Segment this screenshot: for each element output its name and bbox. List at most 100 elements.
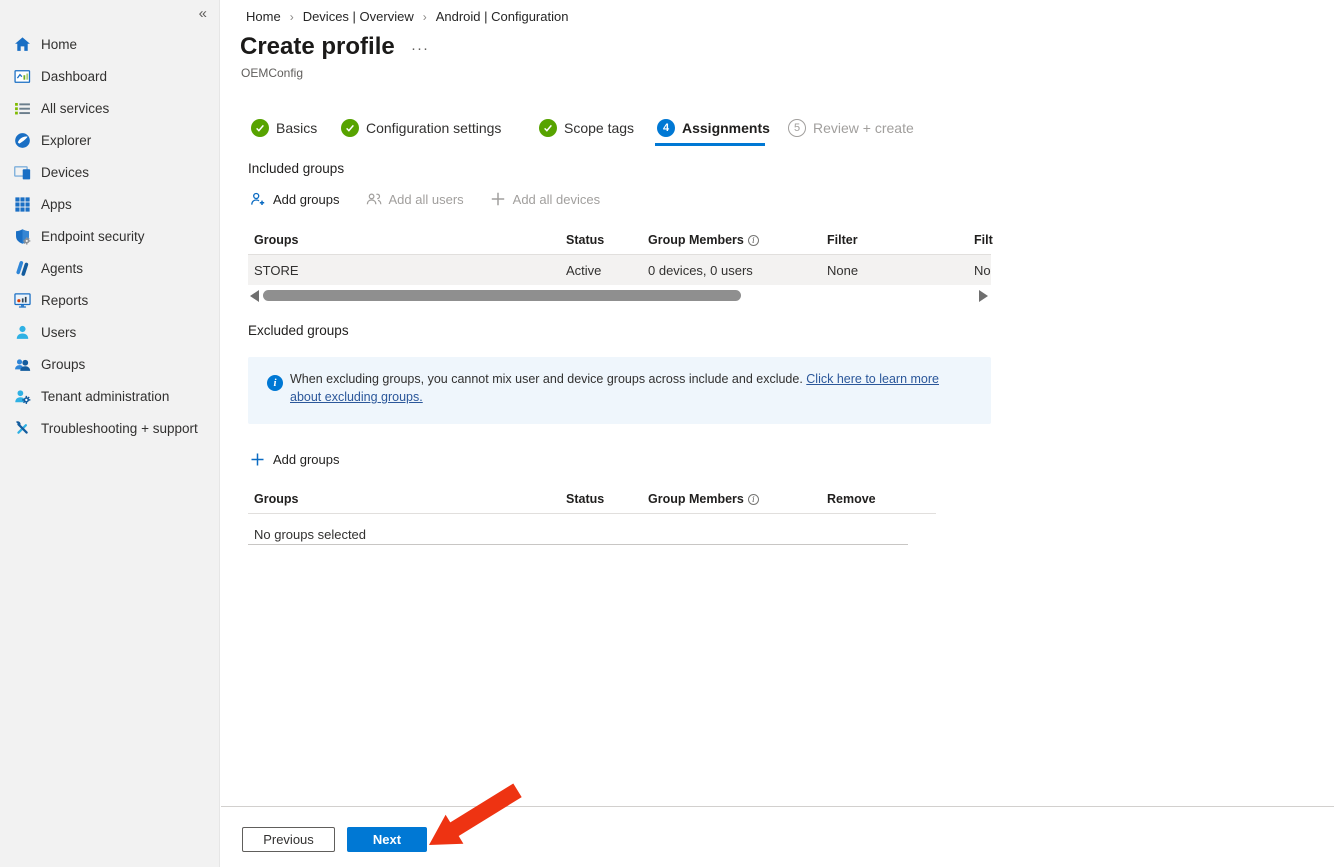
breadcrumb-home[interactable]: Home: [246, 9, 281, 24]
excluded-groups-table: Groups Status Group Membersi Remove No g…: [248, 486, 991, 544]
page-subtitle: OEMConfig: [241, 66, 303, 80]
column-group-members: Group Membersi: [648, 233, 759, 247]
sidebar-item-home[interactable]: Home: [0, 28, 219, 60]
sidebar-item-label: Groups: [41, 357, 85, 372]
check-icon: [539, 119, 557, 137]
included-groups-toolbar: Add groups Add all users Add all devices: [250, 191, 600, 207]
scroll-left-icon[interactable]: [250, 290, 259, 302]
footer-divider: [221, 806, 1334, 807]
sidebar-item-groups[interactable]: Groups: [0, 348, 219, 380]
add-all-users-label: Add all users: [389, 192, 464, 207]
info-icon: i: [267, 375, 283, 391]
sidebar-item-label: Apps: [41, 197, 72, 212]
column-groups: Groups: [254, 492, 298, 506]
troubleshooting-icon: [14, 420, 31, 437]
table-row[interactable]: STORE Active 0 devices, 0 users None No: [248, 255, 991, 285]
tab-label: Review + create: [813, 120, 914, 136]
plus-icon: [490, 191, 506, 207]
add-person-icon: [250, 191, 266, 207]
previous-button[interactable]: Previous: [242, 827, 335, 852]
included-groups-heading: Included groups: [248, 161, 344, 176]
tab-label: Configuration settings: [366, 120, 501, 136]
included-groups-table: Groups Status Group Membersi Filter Filt…: [248, 227, 991, 285]
main-content: Home › Devices | Overview › Android | Co…: [221, 0, 1334, 867]
people-icon: [366, 191, 382, 207]
sidebar-item-explorer[interactable]: Explorer: [0, 124, 219, 156]
sidebar-item-label: Endpoint security: [41, 229, 145, 244]
groups-icon: [14, 356, 31, 373]
scrollbar-thumb[interactable]: [263, 290, 741, 301]
add-all-devices-label: Add all devices: [513, 192, 600, 207]
sidebar-item-apps[interactable]: Apps: [0, 188, 219, 220]
check-icon: [341, 119, 359, 137]
explorer-icon: [14, 132, 31, 149]
table-header-row: Groups Status Group Membersi Remove: [248, 486, 991, 514]
sidebar-item-label: All services: [41, 101, 109, 116]
excluded-add-groups-button[interactable]: Add groups: [250, 452, 340, 467]
sidebar-collapse-icon[interactable]: «: [199, 5, 207, 22]
sidebar-item-label: Explorer: [41, 133, 91, 148]
reports-icon: [14, 292, 31, 309]
sidebar-item-reports[interactable]: Reports: [0, 284, 219, 316]
more-options-icon[interactable]: ···: [411, 40, 429, 57]
column-filter-mode: Filt: [974, 233, 993, 247]
horizontal-scrollbar[interactable]: [248, 289, 991, 303]
add-all-devices-button[interactable]: Add all devices: [490, 191, 600, 207]
breadcrumb-android-configuration[interactable]: Android | Configuration: [436, 9, 569, 24]
next-button[interactable]: Next: [347, 827, 427, 852]
cell-filter-mode: No: [974, 263, 991, 278]
sidebar-item-endpoint-security[interactable]: Endpoint security: [0, 220, 219, 252]
add-groups-button[interactable]: Add groups: [250, 191, 340, 207]
sidebar-item-label: Home: [41, 37, 77, 52]
tenant-administration-icon: [14, 388, 31, 405]
sidebar-item-label: Reports: [41, 293, 88, 308]
add-all-users-button[interactable]: Add all users: [366, 191, 464, 207]
sidebar-item-devices[interactable]: Devices: [0, 156, 219, 188]
step-number-badge: 5: [788, 119, 806, 137]
tab-assignments[interactable]: 4 Assignments: [657, 119, 770, 137]
tab-scope-tags[interactable]: Scope tags: [539, 119, 634, 137]
info-banner: i When excluding groups, you cannot mix …: [248, 357, 991, 424]
tab-label: Assignments: [682, 120, 770, 136]
empty-table-row: No groups selected: [248, 514, 991, 544]
sidebar: « Home Dashboard: [0, 0, 220, 867]
column-status: Status: [566, 492, 604, 506]
tab-basics[interactable]: Basics: [251, 119, 317, 137]
sidebar-item-tenant-administration[interactable]: Tenant administration: [0, 380, 219, 412]
home-icon: [14, 36, 31, 53]
all-services-icon: [14, 100, 31, 117]
sidebar-item-label: Agents: [41, 261, 83, 276]
agents-icon: [14, 260, 31, 277]
sidebar-item-agents[interactable]: Agents: [0, 252, 219, 284]
column-filter: Filter: [827, 233, 858, 247]
plus-icon: [250, 452, 265, 467]
info-tooltip-icon[interactable]: i: [748, 235, 759, 246]
info-tooltip-icon[interactable]: i: [748, 494, 759, 505]
check-icon: [251, 119, 269, 137]
scroll-right-icon[interactable]: [979, 290, 988, 302]
breadcrumb: Home › Devices | Overview › Android | Co…: [246, 9, 568, 24]
column-group-members: Group Membersi: [648, 492, 759, 506]
sidebar-item-troubleshooting[interactable]: Troubleshooting + support: [0, 412, 219, 444]
table-header-row: Groups Status Group Membersi Filter Filt: [248, 227, 991, 255]
tab-configuration-settings[interactable]: Configuration settings: [341, 119, 501, 137]
cell-status: Active: [566, 263, 601, 278]
tab-label: Basics: [276, 120, 317, 136]
tab-label: Scope tags: [564, 120, 634, 136]
users-icon: [14, 324, 31, 341]
sidebar-item-all-services[interactable]: All services: [0, 92, 219, 124]
excluded-groups-heading: Excluded groups: [248, 323, 349, 338]
cell-group-name: STORE: [254, 263, 299, 278]
sidebar-item-users[interactable]: Users: [0, 316, 219, 348]
apps-icon: [14, 196, 31, 213]
devices-icon: [14, 164, 31, 181]
sidebar-item-dashboard[interactable]: Dashboard: [0, 60, 219, 92]
cell-group-members: 0 devices, 0 users: [648, 263, 753, 278]
step-number-badge: 4: [657, 119, 675, 137]
column-remove: Remove: [827, 492, 876, 506]
breadcrumb-devices-overview[interactable]: Devices | Overview: [303, 9, 414, 24]
annotation-arrow-icon: [411, 779, 556, 867]
sidebar-item-label: Users: [41, 325, 76, 340]
tab-review-create[interactable]: 5 Review + create: [788, 119, 914, 137]
breadcrumb-separator: ›: [423, 10, 427, 24]
